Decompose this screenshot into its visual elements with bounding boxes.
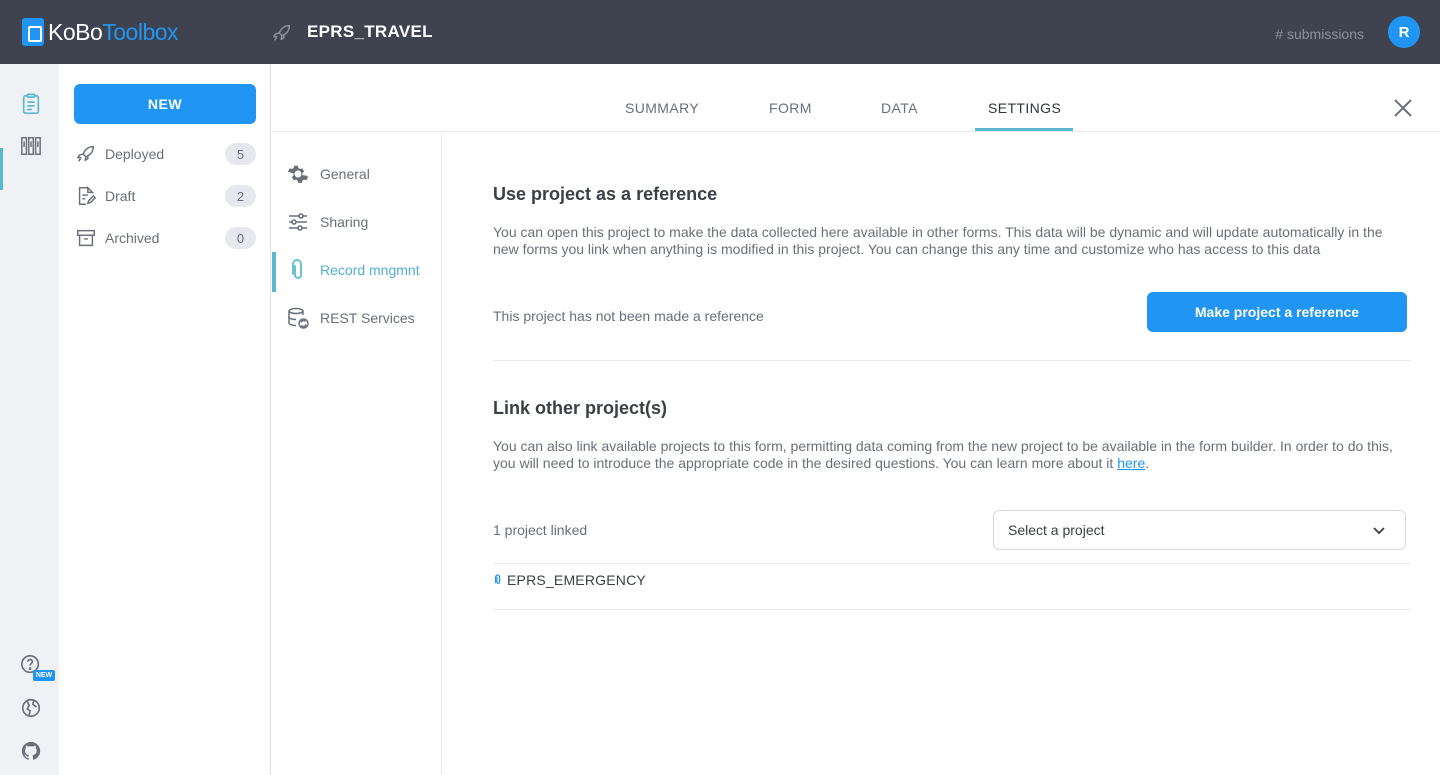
subnav-label: Record mngmnt	[320, 262, 420, 278]
count-badge: 5	[225, 143, 256, 165]
sidebar-item-deployed[interactable]: Deployed 5	[74, 139, 256, 169]
support-globe-icon[interactable]	[20, 697, 42, 719]
reference-status: This project has not been made a referen…	[493, 308, 764, 324]
section-divider	[493, 360, 1411, 361]
subnav-item-general[interactable]: General	[272, 154, 441, 194]
subnav-item-sharing[interactable]: Sharing	[272, 202, 441, 242]
subnav-label: General	[320, 166, 370, 182]
active-tab-underline	[975, 128, 1073, 131]
new-badge: NEW	[33, 670, 55, 681]
tab-settings[interactable]: SETTINGS	[988, 100, 1061, 116]
linked-count: 1 project linked	[493, 522, 588, 538]
subnav-item-record-mngmnt[interactable]: Record mngmnt	[272, 250, 441, 290]
tab-summary[interactable]: SUMMARY	[625, 100, 699, 116]
top-header: KoBoToolbox EPRS_TRAVEL # submissions R	[0, 0, 1440, 64]
list-divider	[493, 609, 1411, 610]
settings-subnav: General Sharing Record mngmnt REST Servi…	[272, 132, 442, 775]
archive-icon	[77, 229, 95, 247]
subnav-label: Sharing	[320, 214, 369, 230]
project-title: EPRS_TRAVEL	[307, 22, 433, 41]
avatar[interactable]: R	[1388, 16, 1420, 48]
rail-active-indicator	[0, 148, 3, 190]
subnav-label: REST Services	[320, 310, 415, 326]
record-management-content: Use project as a reference You can open …	[493, 132, 1411, 775]
linked-project-name: EPRS_EMERGENCY	[507, 572, 646, 588]
select-value: Select a project	[1008, 522, 1105, 538]
paperclip-icon	[292, 259, 302, 279]
sidebar-item-label: Draft	[105, 188, 136, 204]
logo-text-kobo: KoBo	[48, 18, 103, 45]
logo-text-toolbox: Toolbox	[102, 18, 179, 45]
reference-section-title: Use project as a reference	[493, 184, 718, 204]
close-icon[interactable]	[1392, 97, 1414, 119]
count-badge: 2	[225, 185, 256, 207]
icon-rail: NEW	[0, 64, 59, 775]
chevron-down-icon	[1373, 527, 1385, 535]
database-sync-icon	[288, 307, 309, 329]
project-tabs: SUMMARY FORM DATA SETTINGS	[272, 64, 1440, 132]
sidebar-item-label: Deployed	[105, 146, 165, 162]
reference-description: You can open this project to make the da…	[493, 224, 1383, 257]
sliders-icon	[289, 213, 307, 231]
sidebar-item-archived[interactable]: Archived 0	[74, 223, 256, 253]
subnav-item-rest-services[interactable]: REST Services	[272, 298, 441, 338]
list-divider	[493, 563, 1411, 564]
sidebar-item-label: Archived	[105, 230, 160, 246]
link-description: You can also link available projects to …	[493, 438, 1393, 471]
kobotoolbox-logo[interactable]: KoBoToolbox	[22, 18, 179, 46]
rocket-icon	[77, 145, 95, 162]
new-button[interactable]: NEW	[74, 84, 256, 124]
paperclip-icon	[495, 574, 501, 584]
link-section-title: Link other project(s)	[493, 398, 668, 418]
tab-form[interactable]: FORM	[769, 100, 812, 116]
make-reference-button[interactable]: Make project a reference	[1147, 292, 1407, 332]
draft-icon	[78, 185, 97, 205]
learn-more-link[interactable]: here	[1117, 455, 1145, 471]
library-icon[interactable]	[20, 135, 42, 157]
submissions-label: # submissions	[1275, 26, 1364, 42]
gear-icon	[287, 165, 309, 183]
project-select[interactable]: Select a project	[993, 510, 1406, 550]
rocket-icon	[273, 24, 291, 41]
forms-clipboard-icon[interactable]	[20, 93, 42, 115]
sidebar-item-draft[interactable]: Draft 2	[74, 181, 256, 211]
sidebar: NEW Deployed 5 Draft 2 Archived 0	[59, 64, 271, 775]
linked-project-item: EPRS_EMERGENCY	[493, 572, 646, 588]
logo-mark	[22, 18, 44, 46]
github-icon[interactable]	[20, 740, 42, 762]
tab-data[interactable]: DATA	[881, 100, 918, 116]
count-badge: 0	[225, 227, 256, 249]
